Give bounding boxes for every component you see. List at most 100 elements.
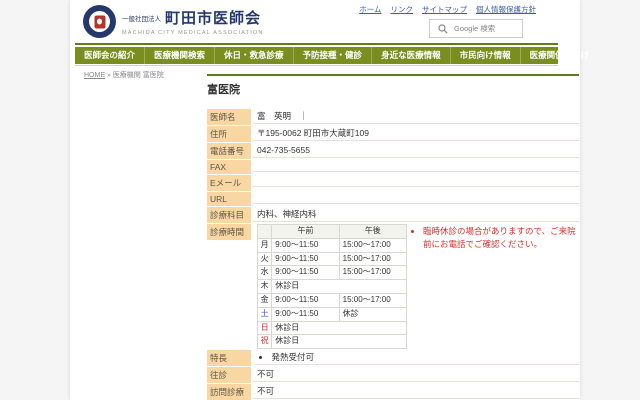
top-link-0[interactable]: ホーム — [359, 5, 381, 14]
schedule-value: 午前午後 月9:00〜11:5015:00〜17:00火9:00〜11:5015… — [253, 224, 579, 349]
detail-values — [253, 192, 579, 206]
detail-value — [253, 160, 579, 172]
association-logo — [83, 5, 116, 38]
nav-top-border — [75, 43, 558, 45]
top-link-item: ホーム — [359, 4, 381, 15]
top-link-1[interactable]: リンク — [391, 5, 414, 14]
search-placeholder: Google 検索 — [454, 23, 495, 34]
schedule-pm-cell: 休診 — [339, 307, 406, 321]
detail-row: 電話番号042-735-5655 — [207, 143, 579, 159]
schedule-day-cell: 木 — [258, 280, 272, 294]
detail-label: 医師名 — [207, 109, 251, 125]
detail-values: 〒195-0062 町田市大蔵町109 — [253, 126, 579, 142]
top-link-item: サイトマップ — [422, 4, 467, 15]
detail-label: 訪問診療 — [207, 384, 251, 400]
schedule-row-土: 土9:00〜11:50休診 — [258, 307, 407, 321]
detail-label: URL — [207, 192, 251, 206]
detail-row: FAX — [207, 160, 579, 174]
schedule-row-日: 日休診日 — [258, 321, 407, 335]
detail-values: 発熱受付可 — [253, 350, 579, 366]
detail-values — [253, 160, 579, 174]
top-link-3[interactable]: 個人情報保護方針 — [476, 5, 536, 14]
schedule-pm-cell: 15:00〜17:00 — [339, 252, 406, 266]
nav-item-1[interactable]: 医療機関検索 — [144, 47, 214, 64]
top-link-item: 個人情報保護方針 — [476, 4, 536, 15]
schedule-day-cell: 水 — [258, 266, 272, 280]
detail-label: 往診 — [207, 367, 251, 383]
detail-value — [253, 192, 579, 204]
schedule-pm-cell: 15:00〜17:00 — [339, 238, 406, 252]
detail-row: 訪問診療不可 — [207, 384, 579, 400]
detail-values: 042-735-5655 — [253, 143, 579, 159]
association-logo-inner — [89, 11, 110, 32]
nav-item-5[interactable]: 市民向け情報 — [450, 47, 520, 64]
detail-value: 不可 — [253, 367, 579, 382]
detail-row: 診療科目内科、神経内科 — [207, 207, 579, 223]
detail-value: 042-735-5655 — [253, 143, 579, 158]
detail-values: 不可 — [253, 384, 579, 400]
main-nav: 医師会の紹介医療機関検索休日・救急診療予防接種・健診身近な医療情報市民向け情報医… — [75, 47, 558, 64]
schedule-closed-cell: 休診日 — [272, 280, 407, 294]
schedule-pm-cell: 15:00〜17:00 — [339, 266, 406, 280]
detail-value — [253, 175, 579, 187]
nav-item-6[interactable]: 医療関係者向け — [520, 47, 599, 64]
schedule-day-cell: 金 — [258, 293, 272, 307]
schedule-day-cell: 火 — [258, 252, 272, 266]
clinic-info-table: 医師名富 英明 ｜住所〒195-0062 町田市大蔵町109 電話番号042-73… — [207, 109, 579, 223]
top-link-2[interactable]: サイトマップ — [422, 5, 467, 14]
nav-item-3[interactable]: 予防接種・健診 — [293, 47, 372, 64]
detail-values: 内科、神経内科 — [253, 207, 579, 223]
clinic-info-table-bottom: 特長発熱受付可往診不可訪問診療不可備考AED設置オンライン資格確認体制有。受診歴… — [207, 350, 579, 400]
schedule-am-cell: 9:00〜11:50 — [272, 238, 339, 252]
page: 一般社団法人 町田市医師会 MACHIDA CITY MEDICAL ASSOC… — [70, 0, 580, 400]
schedule-header: 午前午後 — [258, 225, 407, 239]
detail-row: 特長発熱受付可 — [207, 350, 579, 366]
detail-label: FAX — [207, 160, 251, 174]
breadcrumb-home-link[interactable]: HOME — [84, 72, 105, 79]
schedule-table: 午前午後 月9:00〜11:5015:00〜17:00火9:00〜11:5015… — [257, 224, 407, 349]
closure-note-text: 臨時休診の場合がありますので、ご来院前にお電話でご確認ください。 — [423, 225, 579, 251]
google-search-box[interactable]: Google 検索 — [429, 19, 523, 38]
screen: 一般社団法人 町田市医師会 MACHIDA CITY MEDICAL ASSOC… — [0, 0, 640, 400]
schedule-row: 診療時間 午前午後 月9:00〜11:5015:00〜17:00火9:00〜11… — [207, 224, 579, 349]
detail-value: 不可 — [253, 384, 579, 399]
schedule-row-月: 月9:00〜11:5015:00〜17:00 — [258, 238, 407, 252]
association-logo-dot — [97, 19, 102, 25]
detail-label: 住所 — [207, 126, 251, 142]
detail-value: 〒195-0062 町田市大蔵町109 — [253, 126, 579, 141]
nav-item-2[interactable]: 休日・救急診療 — [214, 47, 293, 64]
schedule-am-cell: 9:00〜11:50 — [272, 252, 339, 266]
association-logo-emblem — [94, 15, 105, 28]
schedule-day-cell: 日 — [258, 321, 272, 335]
schedule-am-cell: 9:00〜11:50 — [272, 266, 339, 280]
schedule-am-cell: 9:00〜11:50 — [272, 293, 339, 307]
detail-label: Eメール — [207, 175, 251, 191]
top-link-item: リンク — [391, 4, 414, 15]
brand-line: 一般社団法人 町田市医師会 — [122, 7, 264, 28]
schedule-day-cell: 土 — [258, 307, 272, 321]
nav-bottom-border — [75, 65, 558, 66]
detail-value: 発熱受付可 — [255, 350, 579, 365]
schedule-closed-cell: 休診日 — [272, 321, 407, 335]
nav-item-0[interactable]: 医師会の紹介 — [75, 47, 144, 64]
site-title: 町田市医師会 — [165, 7, 261, 28]
detail-label: 診療時間 — [207, 224, 251, 240]
schedule-day-cell: 祝 — [258, 335, 272, 349]
schedule-row-木: 木休診日 — [258, 280, 407, 294]
detail-value: 富 英明 ｜ — [253, 109, 579, 124]
schedule-row-金: 金9:00〜11:5015:00〜17:00 — [258, 293, 407, 307]
schedule-row-祝: 祝休診日 — [258, 335, 407, 349]
site-title-en: MACHIDA CITY MEDICAL ASSOCIATION — [122, 30, 264, 36]
schedule-pm-cell: 15:00〜17:00 — [339, 293, 406, 307]
breadcrumb-trail: 医療機関 富医院 — [113, 72, 164, 79]
nav-item-4[interactable]: 身近な医療情報 — [371, 47, 450, 64]
detail-label: 診療科目 — [207, 207, 251, 223]
site-header: 一般社団法人 町田市医師会 MACHIDA CITY MEDICAL ASSOC… — [70, 0, 580, 43]
schedule-area: 午前午後 月9:00〜11:5015:00〜17:00火9:00〜11:5015… — [253, 224, 579, 349]
corp-type-label: 一般社団法人 — [122, 13, 161, 23]
detail-row: URL — [207, 192, 579, 206]
schedule-col-header-1: 午前 — [272, 225, 339, 239]
detail-label: 特長 — [207, 350, 251, 366]
breadcrumb-separator: » — [107, 72, 111, 79]
search-icon — [438, 24, 448, 34]
